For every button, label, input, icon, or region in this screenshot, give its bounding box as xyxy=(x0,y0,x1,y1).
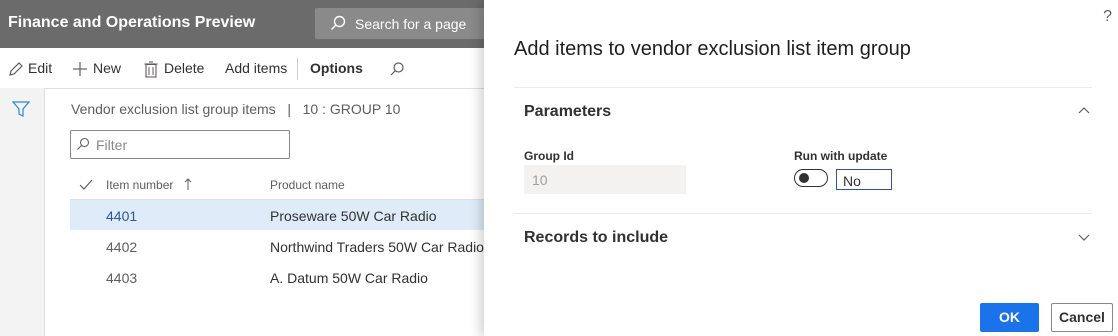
chevron-down-icon[interactable] xyxy=(1078,234,1090,242)
search-icon xyxy=(390,62,404,76)
parameters-section-header[interactable]: Parameters xyxy=(524,103,611,121)
item-number-cell[interactable]: 4401 xyxy=(106,208,137,224)
records-section-header[interactable]: Records to include xyxy=(524,229,668,247)
run-with-update-label: Run with update xyxy=(794,149,888,163)
group-id-field[interactable]: 10 xyxy=(524,165,686,194)
product-name-cell: Proseware 50W Car Radio xyxy=(270,208,437,224)
item-number-cell[interactable]: 4403 xyxy=(106,270,137,286)
filter-input[interactable]: Filter xyxy=(70,130,290,159)
search-label: Search for a page xyxy=(355,16,467,32)
dialog-title: Add items to vendor exclusion list item … xyxy=(514,38,911,60)
search-icon xyxy=(77,137,90,150)
left-nav xyxy=(0,88,45,336)
pencil-icon xyxy=(9,62,23,76)
search-box[interactable]: Search for a page xyxy=(315,8,485,39)
group-id-label: Group Id xyxy=(524,149,574,163)
product-name-cell: Northwind Traders 50W Car Radio xyxy=(270,239,484,255)
help-button[interactable]: ? xyxy=(1103,8,1112,26)
product-name-cell: A. Datum 50W Car Radio xyxy=(270,270,428,286)
item-number-cell[interactable]: 4402 xyxy=(106,239,137,255)
options-label: Options xyxy=(310,60,363,76)
divider xyxy=(514,213,1092,214)
column-header-product-name[interactable]: Product name xyxy=(270,178,345,192)
run-with-update-toggle[interactable] xyxy=(794,169,828,187)
filter-placeholder: Filter xyxy=(96,137,128,153)
plus-icon xyxy=(73,62,87,76)
select-all-check-icon[interactable] xyxy=(79,179,93,191)
trash-icon xyxy=(144,61,158,78)
cancel-button[interactable]: Cancel xyxy=(1051,303,1113,332)
ok-button[interactable]: OK xyxy=(980,303,1039,332)
toggle-knob xyxy=(799,173,809,183)
table-row[interactable]: 4402 Northwind Traders 50W Car Radio xyxy=(70,231,490,261)
group-id-value: 10 xyxy=(532,172,548,188)
column-header-item-number[interactable]: Item number xyxy=(106,178,173,192)
delete-label: Delete xyxy=(164,60,205,76)
edit-label: Edit xyxy=(28,60,53,76)
divider xyxy=(514,87,1092,88)
table-row[interactable]: 4403 A. Datum 50W Car Radio xyxy=(70,262,490,292)
filter-icon[interactable] xyxy=(12,100,30,118)
sort-ascending-icon xyxy=(184,178,192,190)
table-row[interactable]: 4401 Proseware 50W Car Radio xyxy=(70,200,490,230)
app-title: Finance and Operations Preview xyxy=(8,14,256,31)
add-items-label: Add items xyxy=(225,60,288,76)
search-icon xyxy=(331,15,346,30)
chevron-up-icon[interactable] xyxy=(1078,106,1090,114)
grid-header: Item number Product name xyxy=(70,169,490,200)
run-with-update-value-box: No xyxy=(836,169,892,190)
run-with-update-value: No xyxy=(843,173,861,189)
add-items-dialog: ? Add items to vendor exclusion list ite… xyxy=(484,0,1118,336)
action-separator xyxy=(297,58,298,80)
breadcrumb: Vendor exclusion list group items | 10 :… xyxy=(71,101,401,117)
new-label: New xyxy=(93,60,122,76)
